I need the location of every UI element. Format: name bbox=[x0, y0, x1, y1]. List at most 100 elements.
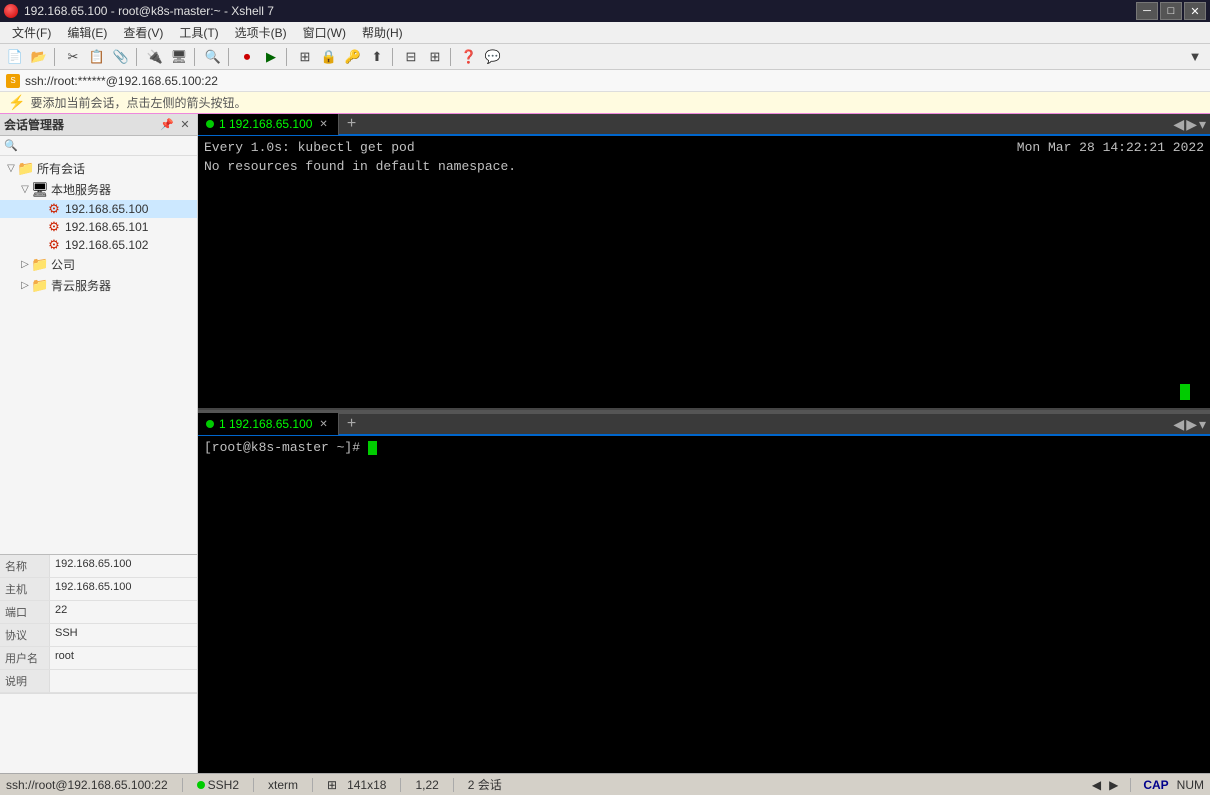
server-icon: 🖥 bbox=[32, 183, 48, 197]
menu-edit[interactable]: 编辑(E) bbox=[59, 22, 115, 43]
status-separator-2 bbox=[253, 778, 254, 792]
toolbar-separator-5 bbox=[286, 48, 290, 66]
transfer-button[interactable]: ▶ bbox=[260, 47, 282, 67]
terminal-cursor bbox=[368, 441, 377, 455]
address-text: ssh://root:******@192.168.65.100:22 bbox=[25, 74, 218, 88]
top-tab-1[interactable]: 1 192.168.65.100 ✕ bbox=[198, 114, 339, 135]
record-button[interactable]: ⏺ bbox=[236, 47, 258, 67]
menu-tab[interactable]: 选项卡(B) bbox=[227, 22, 295, 43]
info-row-note: 说明 bbox=[0, 670, 197, 693]
sidebar-pin-button[interactable]: 📌 bbox=[159, 117, 175, 133]
info-spacer bbox=[0, 693, 197, 773]
maximize-button[interactable]: □ bbox=[1160, 2, 1182, 20]
terminal-top: 1 192.168.65.100 ✕ + ◀ ▶ ▾ Every 1.0s: k… bbox=[198, 114, 1210, 410]
tab-nav-menu[interactable]: ▾ bbox=[1199, 116, 1206, 133]
status-nav-right[interactable]: ▶ bbox=[1109, 778, 1118, 792]
toolbar-separator-3 bbox=[194, 48, 198, 66]
menu-file[interactable]: 文件(F) bbox=[4, 22, 59, 43]
help-button[interactable]: ❓ bbox=[458, 47, 480, 67]
minimize-button[interactable]: ─ bbox=[1136, 2, 1158, 20]
toolbar-separator-4 bbox=[228, 48, 232, 66]
status-nav-left[interactable]: ◀ bbox=[1092, 778, 1101, 792]
paste-button[interactable]: 📎 bbox=[110, 47, 132, 67]
top-tab-close[interactable]: ✕ bbox=[317, 118, 329, 131]
chat-button[interactable]: 💬 bbox=[482, 47, 504, 67]
window-title: 192.168.65.100 - root@k8s-master:~ - Xsh… bbox=[24, 4, 274, 18]
top-terminal-pane[interactable]: Every 1.0s: kubectl get pod Mon Mar 28 1… bbox=[198, 136, 1210, 410]
tree-item-local-server[interactable]: ▽ 🖥 本地服务器 bbox=[0, 179, 197, 200]
term-prompt: [root@k8s-master ~]# bbox=[204, 440, 368, 455]
session-info-panel: 名称 192.168.65.100 主机 192.168.65.100 端口 2… bbox=[0, 554, 197, 773]
layout-button[interactable]: ⊟ bbox=[400, 47, 422, 67]
window-controls: ─ □ ✕ bbox=[1136, 2, 1206, 20]
tab-nav-prev[interactable]: ◀ bbox=[1173, 116, 1184, 133]
bottom-terminal-pane[interactable]: [root@k8s-master ~]# bbox=[198, 436, 1210, 773]
bottom-tab-close[interactable]: ✕ bbox=[317, 418, 329, 431]
close-button[interactable]: ✕ bbox=[1184, 2, 1206, 20]
info-key-host: 主机 bbox=[0, 578, 50, 600]
top-tab-label: 1 192.168.65.100 bbox=[219, 117, 312, 131]
split-button[interactable]: ⊞ bbox=[424, 47, 446, 67]
search-button[interactable]: 🔍 bbox=[202, 47, 224, 67]
tab-nav-menu-b[interactable]: ▾ bbox=[1199, 416, 1206, 433]
term-output-text: No resources found in default namespace. bbox=[204, 159, 516, 174]
info-key-username: 用户名 bbox=[0, 647, 50, 669]
sidebar-close-button[interactable]: ✕ bbox=[177, 117, 193, 133]
cut-button[interactable]: ✂ bbox=[62, 47, 84, 67]
lock-button[interactable]: 🔒 bbox=[318, 47, 340, 67]
tree-item-company[interactable]: ▷ 📁 公司 bbox=[0, 254, 197, 275]
top-tab-add[interactable]: + bbox=[339, 115, 364, 133]
info-val-port: 22 bbox=[50, 601, 197, 623]
menu-tools[interactable]: 工具(T) bbox=[171, 22, 226, 43]
more-button[interactable]: ▼ bbox=[1184, 47, 1206, 67]
expand-icon: ▷ bbox=[18, 259, 32, 270]
folder-icon: 📁 bbox=[32, 279, 48, 293]
tab-nav-next[interactable]: ▶ bbox=[1186, 116, 1197, 133]
status-pos-text: 1,22 bbox=[415, 778, 438, 792]
expand-icon bbox=[32, 222, 46, 233]
status-connection: ssh://root@192.168.65.100:22 bbox=[6, 778, 168, 792]
tree-item-all-sessions[interactable]: ▽ 📁 所有会话 bbox=[0, 158, 197, 179]
term-command: Every 1.0s: kubectl get pod bbox=[204, 140, 415, 155]
tree-item-192-168-65-100[interactable]: ⚙ 192.168.65.100 bbox=[0, 200, 197, 218]
connection-icon: ⚙ bbox=[46, 202, 62, 216]
menu-window[interactable]: 窗口(W) bbox=[295, 22, 354, 43]
menu-help[interactable]: 帮助(H) bbox=[354, 22, 411, 43]
info-val-protocol: SSH bbox=[50, 624, 197, 646]
open-button[interactable]: 📂 bbox=[28, 47, 50, 67]
menu-view[interactable]: 查看(V) bbox=[115, 22, 171, 43]
tab-nav-next-b[interactable]: ▶ bbox=[1186, 416, 1197, 433]
tab-active-dot bbox=[206, 420, 214, 428]
expand-icon: ▷ bbox=[18, 280, 32, 291]
status-ssh-item: SSH2 bbox=[197, 778, 239, 792]
ssh-icon: S bbox=[6, 74, 20, 88]
info-row-name: 名称 192.168.65.100 bbox=[0, 555, 197, 578]
status-separator-4 bbox=[400, 778, 401, 792]
new-file-button[interactable]: 📄 bbox=[4, 47, 26, 67]
key-button[interactable]: 🔑 bbox=[342, 47, 364, 67]
folder-icon: 📁 bbox=[32, 258, 48, 272]
sidebar-actions: 📌 ✕ bbox=[159, 117, 193, 133]
info-key-name: 名称 bbox=[0, 555, 50, 577]
tree-label: 本地服务器 bbox=[51, 181, 111, 198]
titlebar-left: 192.168.65.100 - root@k8s-master:~ - Xsh… bbox=[4, 4, 274, 18]
tab-active-dot bbox=[206, 120, 214, 128]
terminal-cursor-indicator bbox=[1180, 384, 1190, 400]
status-right: ◀ ▶ CAP NUM bbox=[1092, 778, 1204, 792]
tab-nav-prev-b[interactable]: ◀ bbox=[1173, 416, 1184, 433]
status-num-text: NUM bbox=[1177, 778, 1204, 792]
expand-button[interactable]: ⊞ bbox=[294, 47, 316, 67]
tree-label: 公司 bbox=[51, 256, 75, 273]
tree-item-192-168-65-102[interactable]: ⚙ 192.168.65.102 bbox=[0, 236, 197, 254]
connect-button[interactable]: 🔌 bbox=[144, 47, 166, 67]
tree-item-192-168-65-101[interactable]: ⚙ 192.168.65.101 bbox=[0, 218, 197, 236]
bottom-tab-1[interactable]: 1 192.168.65.100 ✕ bbox=[198, 413, 339, 435]
expand-icon bbox=[32, 240, 46, 251]
tree-item-cloud-server[interactable]: ▷ 📁 青云服务器 bbox=[0, 275, 197, 296]
info-row-protocol: 协议 SSH bbox=[0, 624, 197, 647]
copy-button[interactable]: 📋 bbox=[86, 47, 108, 67]
status-term-text: xterm bbox=[268, 778, 298, 792]
upload-button[interactable]: ⬆ bbox=[366, 47, 388, 67]
connect2-button[interactable]: 🖥 bbox=[168, 47, 190, 67]
bottom-tab-add[interactable]: + bbox=[339, 415, 364, 433]
